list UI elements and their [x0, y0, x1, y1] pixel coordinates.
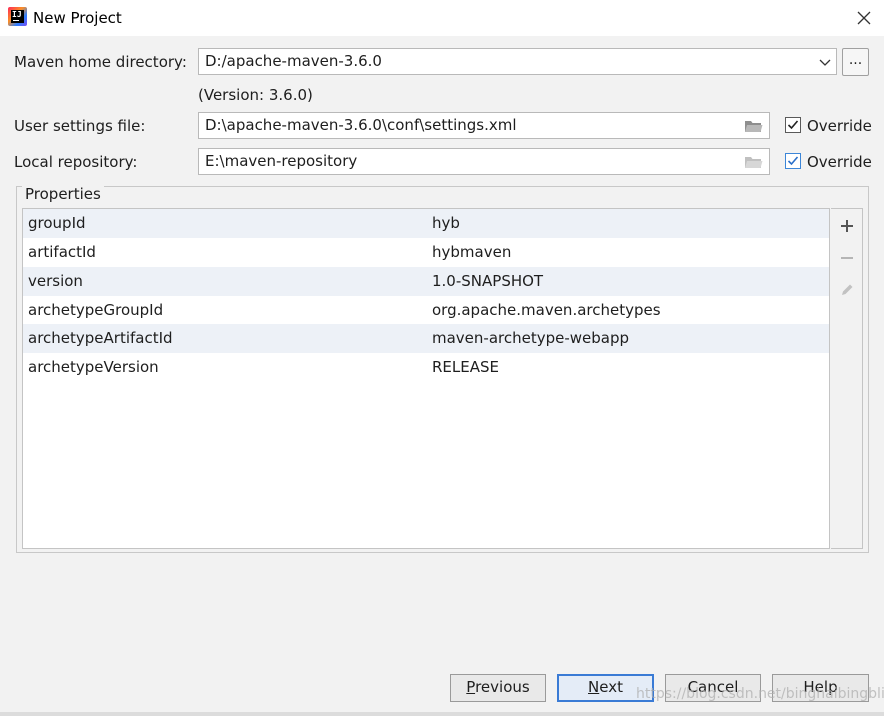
- chevron-down-icon[interactable]: [819, 57, 831, 67]
- user-settings-override-label: Override: [807, 117, 872, 135]
- table-row[interactable]: archetypeVersion RELEASE: [23, 353, 829, 382]
- watermark: https://blog.csdn.net/binghaibingbling: [636, 686, 884, 702]
- user-settings-field[interactable]: D:\apache-maven-3.6.0\conf\settings.xml: [198, 112, 770, 139]
- properties-title: Properties: [22, 185, 104, 203]
- property-value[interactable]: hyb: [432, 214, 460, 232]
- previous-button[interactable]: Previous: [450, 674, 546, 702]
- table-row[interactable]: groupId hyb: [23, 209, 829, 238]
- table-row[interactable]: archetypeGroupId org.apache.maven.archet…: [23, 296, 829, 325]
- table-row[interactable]: artifactId hybmaven: [23, 238, 829, 267]
- browse-maven-home-button[interactable]: ...: [842, 48, 869, 76]
- local-repo-field[interactable]: E:\maven-repository: [198, 148, 770, 175]
- property-key: artifactId: [28, 243, 96, 261]
- maven-home-label: Maven home directory:: [14, 53, 187, 71]
- property-key: archetypeGroupId: [28, 301, 164, 319]
- folder-icon[interactable]: [744, 119, 763, 134]
- window-title: New Project: [33, 9, 122, 27]
- properties-table[interactable]: groupId hyb artifactId hybmaven version …: [22, 208, 830, 549]
- local-repo-override-label: Override: [807, 153, 872, 171]
- intellij-app-icon: IJ: [8, 7, 27, 26]
- property-value[interactable]: RELEASE: [432, 358, 499, 376]
- properties-toolbar: [831, 208, 863, 549]
- table-row[interactable]: version 1.0-SNAPSHOT: [23, 267, 829, 296]
- property-key: archetypeVersion: [28, 358, 159, 376]
- local-repo-label: Local repository:: [14, 153, 138, 171]
- property-value[interactable]: hybmaven: [432, 243, 511, 261]
- local-repo-value: E:\maven-repository: [205, 152, 358, 170]
- property-key: version: [28, 272, 83, 290]
- user-settings-label: User settings file:: [14, 117, 146, 135]
- add-icon[interactable]: [840, 219, 854, 233]
- property-value[interactable]: maven-archetype-webapp: [432, 329, 629, 347]
- folder-icon[interactable]: [744, 155, 763, 170]
- title-bar: IJ New Project: [0, 0, 884, 36]
- property-value[interactable]: org.apache.maven.archetypes: [432, 301, 661, 319]
- property-key: groupId: [28, 214, 86, 232]
- remove-icon[interactable]: [840, 251, 854, 265]
- maven-home-value: D:/apache-maven-3.6.0: [205, 52, 382, 70]
- taskbar-edge: [0, 712, 884, 716]
- user-settings-override-checkbox[interactable]: [785, 117, 801, 133]
- table-row[interactable]: archetypeArtifactId maven-archetype-weba…: [23, 324, 829, 353]
- edit-icon[interactable]: [840, 283, 854, 297]
- property-key: archetypeArtifactId: [28, 329, 173, 347]
- user-settings-value: D:\apache-maven-3.6.0\conf\settings.xml: [205, 116, 517, 134]
- local-repo-override-checkbox[interactable]: [785, 153, 801, 169]
- close-icon[interactable]: [854, 8, 874, 28]
- property-value[interactable]: 1.0-SNAPSHOT: [432, 272, 543, 290]
- maven-home-combo[interactable]: D:/apache-maven-3.6.0: [198, 48, 837, 75]
- maven-version-note: (Version: 3.6.0): [198, 86, 313, 104]
